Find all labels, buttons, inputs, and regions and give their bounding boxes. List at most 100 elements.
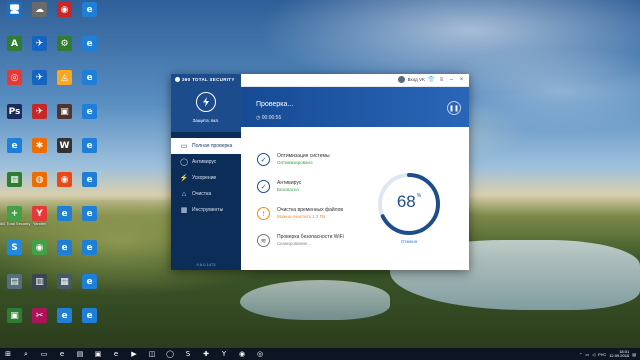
desktop-icon[interactable]: e	[77, 206, 102, 236]
desktop-icon[interactable]: e	[77, 70, 102, 100]
desktop-icon[interactable]: ⚙	[52, 36, 77, 66]
desktop-icon[interactable]: ◉	[27, 240, 52, 270]
desktop-icon[interactable]: e	[77, 138, 102, 168]
desktop-icon[interactable]: ✂	[27, 308, 52, 338]
sidebar-item[interactable]: ⌂ Очистка	[171, 186, 241, 202]
desktop-icon[interactable]: ✈	[27, 70, 52, 100]
store-icon[interactable]: ▣	[92, 348, 104, 360]
ie-icon[interactable]: e	[110, 348, 122, 360]
desktop-icon[interactable]: Y Yandex	[27, 206, 52, 236]
desktop-icon-glyph: ◉	[57, 172, 72, 187]
explorer-icon[interactable]: ▤	[74, 348, 86, 360]
avatar-icon[interactable]	[397, 76, 405, 83]
desktop-icon[interactable]: e	[77, 240, 102, 270]
desktop-icon[interactable]: ▥	[27, 274, 52, 304]
scan-timer: ◷ 00:00:55	[256, 115, 282, 121]
desktop-icon-glyph: +	[7, 206, 22, 221]
check-icon: ✓	[257, 180, 270, 193]
search-icon[interactable]: ⌕	[20, 348, 32, 360]
desktop-icon[interactable]: ▣	[2, 308, 27, 338]
scan-item-title: Очистка временных файлов	[277, 207, 344, 213]
progress-value-wrap: 68%	[376, 192, 442, 212]
desktop-icon[interactable]: e	[77, 36, 102, 66]
desktop-icon[interactable]: W	[52, 138, 77, 168]
desktop-icon[interactable]: ✈	[27, 104, 52, 134]
desktop-icon[interactable]: ◉	[52, 2, 77, 32]
scan-time: 00:00:55	[261, 115, 282, 121]
scan-item-status: Сканирование...	[277, 241, 311, 246]
desktop-icon[interactable]: 🖥	[2, 2, 27, 32]
desktop-icon[interactable]: e	[52, 308, 77, 338]
desktop-icon[interactable]: +360 Total Security	[0, 206, 31, 236]
task-view-icon[interactable]: ▭	[38, 348, 50, 360]
opera-icon[interactable]: ◯	[164, 348, 176, 360]
desktop-icon[interactable]: S	[2, 240, 27, 270]
sidebar-item-label: Полная проверка	[192, 143, 233, 149]
sidebar-item[interactable]: ▭ Полная проверка	[171, 138, 241, 154]
desktop-icon[interactable]: ▤	[2, 274, 27, 304]
wallpaper-lake-2	[240, 280, 390, 320]
notifications-icon[interactable]: ▤	[632, 352, 636, 357]
desktop-icon[interactable]: ▦	[52, 274, 77, 304]
desktop-icon-glyph: e	[7, 138, 22, 153]
shield-icon[interactable]	[196, 92, 216, 112]
sidebar-item[interactable]: ⚡ Ускорение	[171, 170, 241, 186]
scan-item-title: Проверка безопасности WiFi	[277, 234, 344, 240]
volume-icon[interactable]: ◁	[592, 352, 595, 357]
desktop-icon-glyph: ◍	[32, 172, 47, 187]
network-icon[interactable]: ▭	[585, 352, 589, 357]
minimize-icon[interactable]: –	[448, 76, 455, 83]
desktop-icon[interactable]: ☁	[27, 2, 52, 32]
desktop-icon[interactable]: ◬	[52, 70, 77, 100]
app-icon[interactable]: ◉	[236, 348, 248, 360]
sidebar-item-icon: ⌂	[181, 190, 187, 198]
desktop-icon[interactable]: ✈	[27, 36, 52, 66]
sidebar-item-icon: ▦	[180, 207, 188, 214]
desktop-icon[interactable]: e	[52, 206, 77, 236]
clock[interactable]: 18:01 12.09.2016	[609, 349, 629, 359]
photos-icon[interactable]: ◫	[146, 348, 158, 360]
language-indicator[interactable]: РУС	[598, 352, 606, 357]
pause-button[interactable]: ❚❚	[447, 101, 461, 115]
desktop-icon[interactable]: e	[52, 240, 77, 270]
desktop-icon[interactable]: e	[77, 308, 102, 338]
desktop-icon-glyph: e	[57, 308, 72, 323]
cancel-button[interactable]: Отмена	[376, 239, 442, 244]
start-icon[interactable]: ⊞	[2, 348, 14, 360]
tray-chevron-icon[interactable]: ⌃	[579, 352, 582, 357]
desktop-icon[interactable]: ◍	[27, 172, 52, 202]
security-icon[interactable]: ✚	[200, 348, 212, 360]
edge-icon[interactable]: e	[56, 348, 68, 360]
skype-icon[interactable]: S	[182, 348, 194, 360]
protection-status[interactable]: Защита: вкл.	[171, 118, 241, 123]
desktop-icon-glyph: e	[82, 308, 97, 323]
scan-item-status: Можно очистить 1.2 ГБ	[277, 214, 326, 219]
desktop-icon[interactable]: e	[77, 172, 102, 202]
scan-item: ✓ Оптимизация системы Оптимизировано	[257, 153, 377, 175]
desktop-icon[interactable]: e	[77, 2, 102, 32]
desktop-icon[interactable]: e	[2, 138, 27, 168]
login-link[interactable]: Вход VK	[408, 77, 425, 82]
desktop-icon-label: 360 Total Security	[0, 221, 31, 226]
yandex-icon[interactable]: Y	[218, 348, 230, 360]
desktop-icon[interactable]: A	[2, 36, 27, 66]
progress-value: 68	[396, 192, 416, 211]
shirt-icon[interactable]: 👕	[428, 76, 435, 83]
desktop-icon[interactable]: e	[77, 104, 102, 134]
desktop-icon-glyph: e	[82, 2, 97, 17]
desktop-icon[interactable]: ◎	[2, 70, 27, 100]
desktop-icon[interactable]: Ps	[2, 104, 27, 134]
desktop-icon[interactable]: ◉	[52, 172, 77, 202]
desktop-icon[interactable]: ▦	[2, 172, 27, 202]
media-icon[interactable]: ▶	[128, 348, 140, 360]
scan-item: ≋ Проверка безопасности WiFi Сканирование.…	[257, 234, 377, 256]
desktop-icon[interactable]: ✱	[27, 138, 52, 168]
menu-icon[interactable]: ≡	[438, 76, 445, 83]
scan-item-status: Безопасно	[277, 187, 300, 192]
desktop-icon[interactable]: e	[77, 274, 102, 304]
sidebar-item[interactable]: ◯ Антивирус	[171, 154, 241, 170]
desktop-icon[interactable]: ▣	[52, 104, 77, 134]
close-icon[interactable]: ×	[458, 76, 465, 83]
app2-icon[interactable]: ◎	[254, 348, 266, 360]
sidebar-item[interactable]: ▦ Инструменты	[171, 202, 241, 218]
